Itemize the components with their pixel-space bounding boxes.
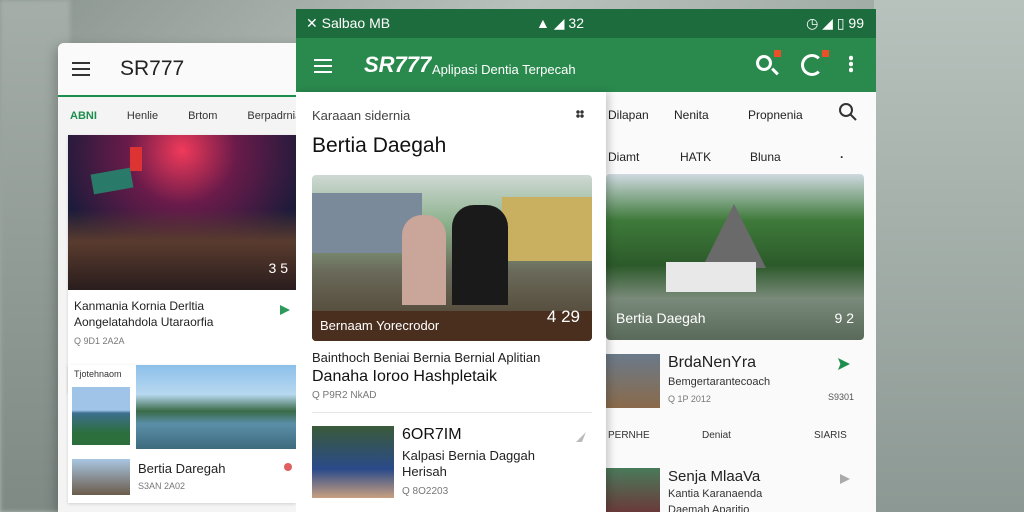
card-title-line-1: Kanmania Kornia Derltia	[74, 299, 205, 313]
card-timestamp: 3 5	[268, 260, 288, 276]
share-icon[interactable]	[576, 432, 586, 442]
photo-timestamp: 4 29	[546, 307, 580, 326]
more-options-icon[interactable]	[576, 110, 584, 118]
article-desc-line-2: Danaha Ioroo Hashpletaik	[312, 368, 498, 385]
refresh-icon[interactable]	[801, 54, 823, 76]
featured-photo[interactable]: Bernaam Yorecrodor 4 29	[312, 175, 592, 341]
status-left-text: ✕ Salbao MB	[306, 15, 391, 31]
signal-indicator: ▲ ◢ 32	[536, 15, 584, 31]
card-title-line-2: Aongelatahdola Utaraorfia	[74, 315, 214, 329]
bookmark-icon[interactable]	[284, 463, 292, 471]
left-tab-2[interactable]: Henlie	[127, 110, 158, 122]
item-subtitle-line-2: Herisah	[402, 464, 447, 479]
flag-shape	[130, 147, 142, 171]
left-news-card-2[interactable]: Tjotehnaom Bertia Daregah S3AN 2A02	[68, 365, 296, 503]
left-news-card-1[interactable]: 3 5 Kanmania Kornia Derltia Aongelatahdo…	[68, 135, 296, 393]
more-options-icon[interactable]	[849, 55, 853, 73]
battery-text: 99	[848, 15, 864, 31]
item-subtitle: Kalpasi Bernia Daggah Herisah	[402, 448, 572, 480]
center-phone-screen: ✕ Salbao MB ▲ ◢ 32 ◷ ◢ ▯ 99 SR777 Aplipa…	[296, 9, 876, 512]
left-tab-3[interactable]: Brtom	[188, 110, 217, 122]
people-thumbnail	[72, 459, 130, 495]
left-tab-4[interactable]: Berpadrnia	[247, 110, 301, 122]
app-subtitle: Aplipasi Dentia Terpecah	[432, 62, 576, 77]
building-shape	[502, 197, 592, 261]
item-meta: Q 8O2203	[402, 486, 449, 497]
app-bar: SR777 Aplipasi Dentia Terpecah	[296, 38, 876, 92]
left-phone-screen: SR777 ABNI Henlie Brtom Berpadrnia 3 5 K…	[58, 43, 308, 512]
menu-icon[interactable]	[72, 62, 90, 76]
card-meta: Q 9D1 2A2A	[74, 336, 125, 346]
menu-icon[interactable]	[314, 59, 332, 73]
left-app-title: SR777	[120, 57, 185, 80]
signal-text: 32	[568, 15, 584, 31]
article-meta: Q P9R2 NkAD	[312, 390, 377, 401]
notification-badge	[822, 50, 829, 57]
left-app-bar: SR777	[58, 43, 308, 95]
concert-photo: 3 5	[68, 135, 296, 290]
lake-photo	[136, 365, 296, 449]
background-right	[874, 0, 1024, 512]
crowd-shape	[68, 210, 296, 290]
card-title: Kanmania Kornia Derltia Aongelatahdola U…	[68, 290, 296, 330]
status-bar: ✕ Salbao MB ▲ ◢ 32 ◷ ◢ ▯ 99	[296, 9, 876, 38]
divider	[312, 412, 592, 413]
photo-caption: Bernaam Yorecrodor	[320, 318, 440, 333]
panel-header: Karaaan sidernia	[312, 108, 411, 123]
battery-indicator: ◷ ◢ ▯ 99	[806, 15, 864, 31]
panel-heading: Bertia Daegah	[312, 134, 447, 157]
app-title: SR777	[364, 52, 432, 77]
item-title: 6OR7IM	[402, 426, 462, 443]
person-shape	[452, 205, 508, 305]
notification-badge	[774, 50, 781, 57]
card-title: Bertia Daregah	[138, 461, 226, 476]
item-thumbnail[interactable]	[312, 426, 394, 498]
sign-shape	[90, 167, 134, 195]
article-desc-line-1: Bainthoch Beniai Bernia Bernial Aplitian	[312, 350, 541, 365]
search-icon[interactable]	[756, 55, 772, 71]
item-subtitle-line-1: Kalpasi Bernia Daggah	[402, 448, 535, 463]
lake-thumbnail	[72, 387, 130, 445]
left-tab-bar: ABNI Henlie Brtom Berpadrnia	[58, 95, 308, 135]
card-meta: S3AN 2A02	[138, 481, 186, 491]
person-shape	[402, 215, 446, 305]
left-tab-1[interactable]: ABNI	[70, 110, 97, 122]
carrier-text: Salbao MB	[321, 15, 391, 31]
news-panel: Karaaan sidernia Bertia Daegah Bernaam Y…	[296, 92, 606, 512]
